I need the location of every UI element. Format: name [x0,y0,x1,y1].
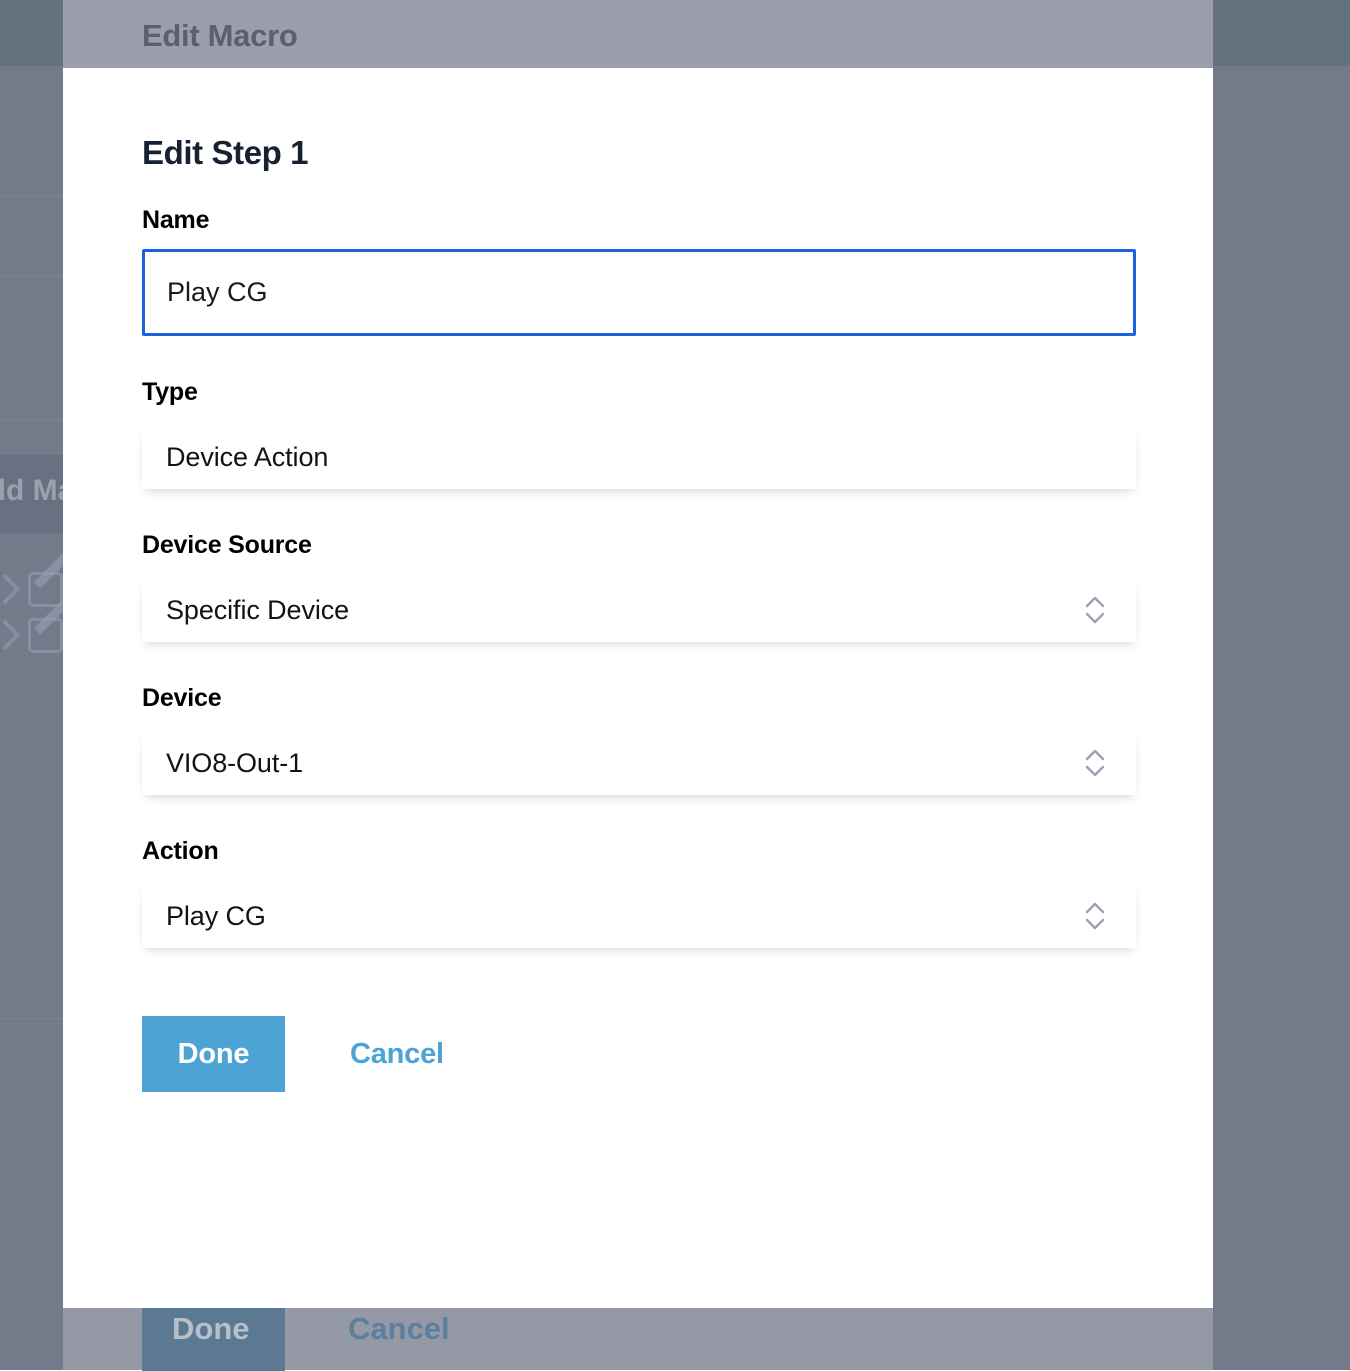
backdrop-row-divider [0,276,63,277]
backdrop-row-divider [0,196,63,197]
backdrop-chevron-icon [0,573,21,604]
device-source-label: Device Source [142,531,1136,560]
edit-step-dialog: Edit Step 1 Name Type Device Action Devi… [63,68,1213,1308]
type-select[interactable]: Device Action [142,425,1136,489]
backdrop-chevron-icon [0,619,21,650]
dialog-body: Edit Step 1 Name Type Device Action Devi… [142,68,1136,1092]
chevron-updown-icon [1084,593,1106,627]
action-label: Action [142,837,1136,866]
backdrop-row-divider [0,1018,63,1019]
type-label: Type [142,378,1136,407]
type-value: Device Action [142,442,328,473]
field-name: Name [142,206,1136,336]
backdrop-edit-icon [28,618,63,653]
field-action: Action Play CG [142,837,1136,948]
name-input[interactable] [142,249,1136,336]
backdrop-edit-icon [28,572,63,607]
device-source-value: Specific Device [142,595,349,626]
chevron-updown-icon [1084,899,1106,933]
device-select[interactable]: VIO8-Out-1 [142,731,1136,795]
field-device: Device VIO8-Out-1 [142,684,1136,795]
backdrop-row-divider [0,420,63,421]
dialog-footer: Done Cancel [142,1016,1136,1092]
chevron-updown-icon [1084,746,1106,780]
action-value: Play CG [142,901,266,932]
cancel-button[interactable]: Cancel [350,1038,444,1071]
backdrop-dialog-title: Edit Macro [142,18,297,54]
name-label: Name [142,206,1136,235]
action-select[interactable]: Play CG [142,884,1136,948]
device-source-select[interactable]: Specific Device [142,578,1136,642]
device-value: VIO8-Out-1 [142,748,303,779]
dialog-title: Edit Step 1 [142,134,1136,172]
backdrop-cancel-label: Cancel [348,1311,450,1347]
field-device-source: Device Source Specific Device [142,531,1136,642]
done-button[interactable]: Done [142,1016,285,1092]
field-type: Type Device Action [142,378,1136,489]
device-label: Device [142,684,1136,713]
backdrop-done-label: Done [172,1311,250,1347]
